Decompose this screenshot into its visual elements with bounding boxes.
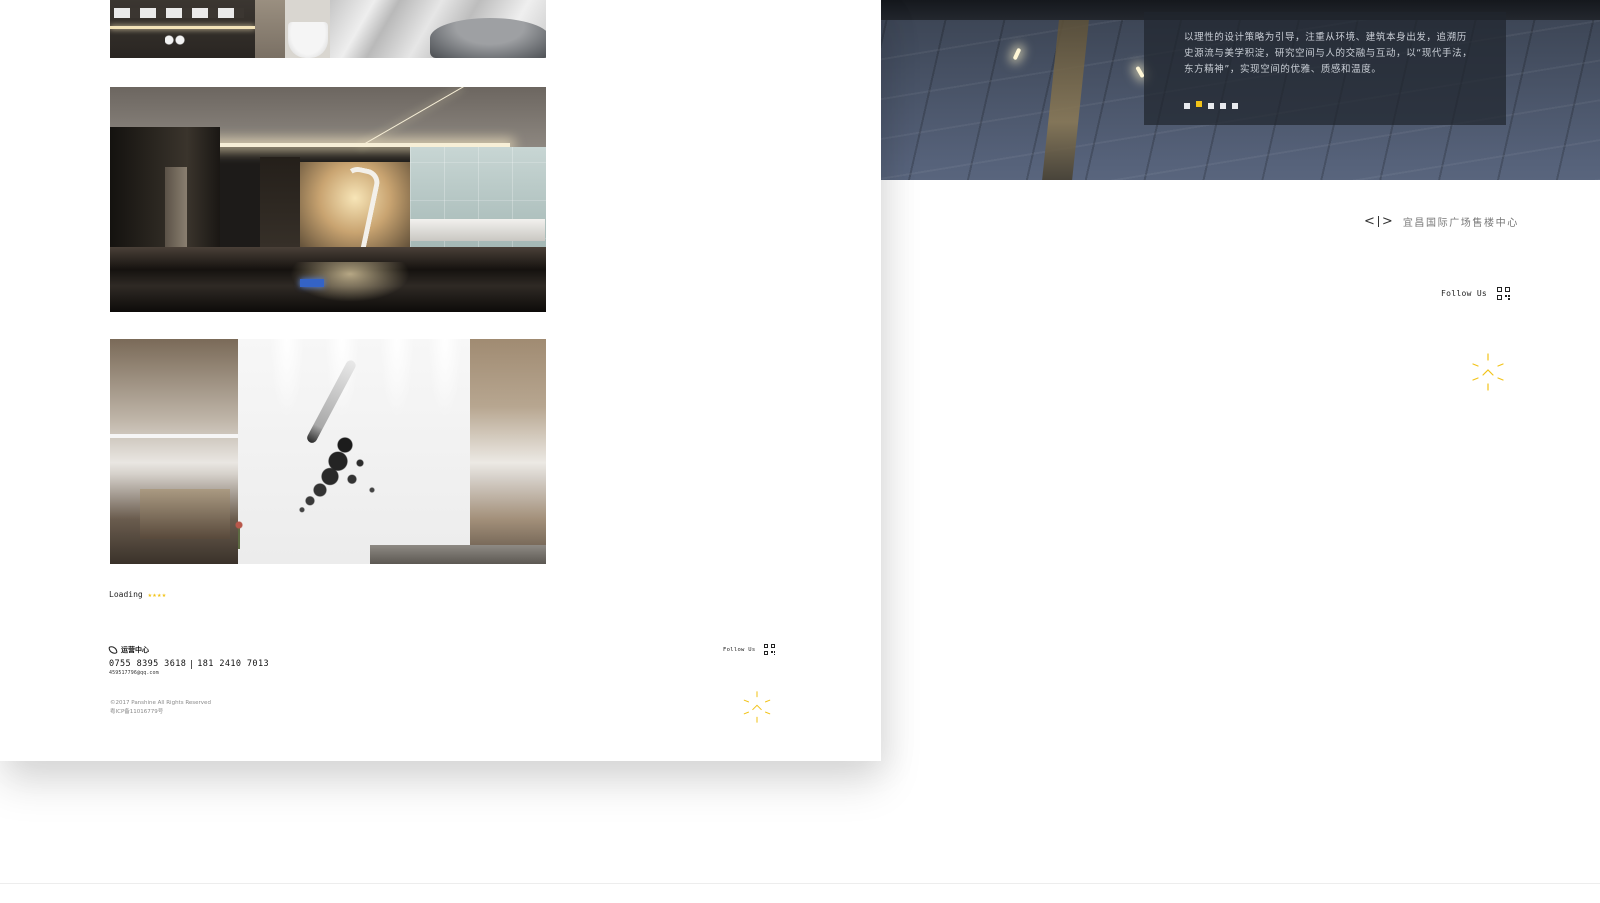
email-link[interactable]: 459517796@qq.com xyxy=(109,670,269,676)
photo-blue-light xyxy=(300,279,324,287)
page-stage: 以理性的设计策略为引导，注重从环境、建筑本身出发，追溯历史源流与美学积淀，研究空… xyxy=(0,0,1600,903)
photo-counter xyxy=(370,545,546,564)
back-to-top-icon[interactable] xyxy=(741,690,773,724)
photo-reception-desk xyxy=(410,219,545,241)
bathroom-photo[interactable] xyxy=(110,0,546,58)
chevron-right-icon[interactable]: > xyxy=(1382,215,1393,228)
phone-icon xyxy=(108,645,118,655)
slider-dot-active[interactable] xyxy=(1196,101,1202,107)
hero-description: 以理性的设计策略为引导，注重从环境、建筑本身出发，追溯历史源流与美学积淀，研究空… xyxy=(1184,32,1473,75)
photo-spotlight xyxy=(380,339,414,419)
photo-ink-splash xyxy=(290,427,390,517)
photo-right-room xyxy=(470,339,546,564)
back-to-top-icon[interactable] xyxy=(1470,352,1506,392)
slider-dot[interactable] xyxy=(1232,103,1238,109)
loading-stars: ★★★★ xyxy=(147,590,167,599)
footer-contact: 运营中心 0755 8395 3618 181 2410 7013 459517… xyxy=(108,645,269,676)
qr-code-icon[interactable] xyxy=(1497,287,1511,300)
copyright-text: ©2017 Panshine All Rights Reserved xyxy=(110,700,211,706)
slider-pagination xyxy=(1184,101,1238,109)
follow-us[interactable]: Follow Us xyxy=(1441,287,1511,300)
photo-spotlight xyxy=(428,339,462,419)
hero-caption-box: 以理性的设计策略为引导，注重从环境、建筑本身出发，追溯历史源流与美学积淀，研究空… xyxy=(1144,12,1506,125)
follow-us-label: Follow Us xyxy=(723,646,756,653)
contact-title: 运营中心 xyxy=(108,645,269,655)
bottom-divider xyxy=(0,883,1600,884)
follow-us-label: Follow Us xyxy=(1441,289,1488,298)
phone-1[interactable]: 0755 8395 3618 xyxy=(109,659,186,669)
photo-toilet xyxy=(288,22,328,58)
project-detail-page-right: 以理性的设计策略为引导，注重从环境、建筑本身出发，追溯历史源流与美学积淀，研究空… xyxy=(880,0,1600,903)
ink-sculpture-photo[interactable] xyxy=(110,339,546,564)
contact-title-text: 运营中心 xyxy=(121,646,149,654)
loading-label: Loading xyxy=(109,590,143,599)
slider-dot[interactable] xyxy=(1220,103,1226,109)
icp-number[interactable]: 粤ICP备11016779号 xyxy=(110,708,211,717)
photo-plant xyxy=(232,519,246,549)
follow-us[interactable]: Follow Us xyxy=(723,644,775,655)
phone-divider xyxy=(191,659,193,669)
nav-divider xyxy=(1377,216,1379,227)
chevron-left-icon[interactable]: < xyxy=(1364,215,1375,228)
project-name: 宜昌国际广场售楼中心 xyxy=(1402,218,1519,229)
slider-dot[interactable] xyxy=(1208,103,1214,109)
project-nav-arrows: < > xyxy=(1364,215,1393,228)
photo-left-room xyxy=(110,339,238,564)
project-detail-page-left: Loading ★★★★ 运营中心 0755 8395 3618 181 241… xyxy=(0,0,881,761)
qr-code-icon[interactable] xyxy=(763,644,775,655)
phone-2[interactable]: 181 2410 7013 xyxy=(197,659,269,669)
phone-numbers: 0755 8395 3618 181 2410 7013 xyxy=(109,659,269,669)
lobby-photo[interactable] xyxy=(110,87,546,312)
slider-dot[interactable] xyxy=(1184,103,1190,109)
photo-spotlight xyxy=(270,339,304,419)
project-navigation: < > 宜昌国际广场售楼中心 xyxy=(1364,214,1519,229)
photo-shelf xyxy=(110,0,255,58)
photo-elevator xyxy=(165,167,187,247)
photo-cups xyxy=(165,34,185,46)
photo-basin xyxy=(430,18,546,58)
copyright: ©2017 Panshine All Rights Reserved 粤ICP备… xyxy=(110,699,211,717)
photo-wall xyxy=(255,0,285,58)
hero-image-plaza: 以理性的设计策略为引导，注重从环境、建筑本身出发，追溯历史源流与美学积淀，研究空… xyxy=(880,0,1600,180)
loading-indicator: Loading ★★★★ xyxy=(109,590,167,599)
